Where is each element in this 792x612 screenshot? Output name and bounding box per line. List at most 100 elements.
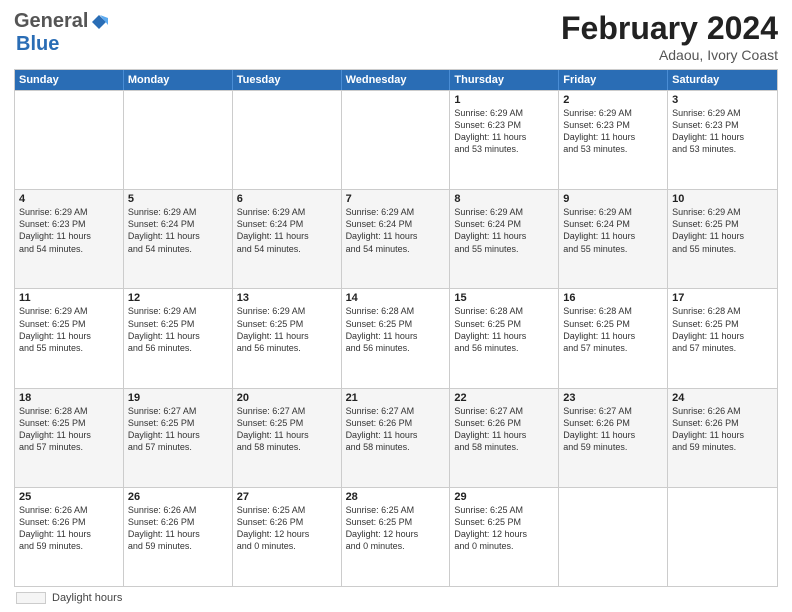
day-info: Sunrise: 6:29 AM Sunset: 6:25 PM Dayligh… <box>19 305 119 354</box>
logo-text: General <box>14 10 108 33</box>
day-number: 16 <box>563 292 663 304</box>
logo-blue: Blue <box>16 33 59 55</box>
day-number: 13 <box>237 292 337 304</box>
cal-cell-14: 14Sunrise: 6:28 AM Sunset: 6:25 PM Dayli… <box>342 289 451 387</box>
header: General Blue February 2024 Adaou, Ivory … <box>14 10 778 63</box>
cal-header-saturday: Saturday <box>668 70 777 90</box>
cal-cell-12: 12Sunrise: 6:29 AM Sunset: 6:25 PM Dayli… <box>124 289 233 387</box>
day-info: Sunrise: 6:27 AM Sunset: 6:25 PM Dayligh… <box>128 405 228 454</box>
cal-cell-1: 1Sunrise: 6:29 AM Sunset: 6:23 PM Daylig… <box>450 91 559 189</box>
day-info: Sunrise: 6:26 AM Sunset: 6:26 PM Dayligh… <box>19 504 119 553</box>
day-info: Sunrise: 6:25 AM Sunset: 6:26 PM Dayligh… <box>237 504 337 553</box>
day-number: 20 <box>237 392 337 404</box>
day-info: Sunrise: 6:27 AM Sunset: 6:26 PM Dayligh… <box>454 405 554 454</box>
legend-label: Daylight hours <box>52 592 122 604</box>
day-info: Sunrise: 6:29 AM Sunset: 6:23 PM Dayligh… <box>19 206 119 255</box>
cal-cell-24: 24Sunrise: 6:26 AM Sunset: 6:26 PM Dayli… <box>668 389 777 487</box>
calendar-body: 1Sunrise: 6:29 AM Sunset: 6:23 PM Daylig… <box>15 90 777 586</box>
cal-header-tuesday: Tuesday <box>233 70 342 90</box>
day-info: Sunrise: 6:29 AM Sunset: 6:25 PM Dayligh… <box>237 305 337 354</box>
day-number: 18 <box>19 392 119 404</box>
day-number: 3 <box>672 94 773 106</box>
day-number: 2 <box>563 94 663 106</box>
day-info: Sunrise: 6:29 AM Sunset: 6:25 PM Dayligh… <box>672 206 773 255</box>
day-number: 8 <box>454 193 554 205</box>
day-number: 5 <box>128 193 228 205</box>
day-info: Sunrise: 6:26 AM Sunset: 6:26 PM Dayligh… <box>128 504 228 553</box>
day-info: Sunrise: 6:29 AM Sunset: 6:23 PM Dayligh… <box>563 107 663 156</box>
day-number: 1 <box>454 94 554 106</box>
day-number: 15 <box>454 292 554 304</box>
day-number: 12 <box>128 292 228 304</box>
day-info: Sunrise: 6:29 AM Sunset: 6:24 PM Dayligh… <box>128 206 228 255</box>
cal-cell-28: 28Sunrise: 6:25 AM Sunset: 6:25 PM Dayli… <box>342 488 451 586</box>
cal-cell-26: 26Sunrise: 6:26 AM Sunset: 6:26 PM Dayli… <box>124 488 233 586</box>
cal-row-3: 18Sunrise: 6:28 AM Sunset: 6:25 PM Dayli… <box>15 388 777 487</box>
day-number: 21 <box>346 392 446 404</box>
cal-cell-9: 9Sunrise: 6:29 AM Sunset: 6:24 PM Daylig… <box>559 190 668 288</box>
cal-header-wednesday: Wednesday <box>342 70 451 90</box>
cal-header-monday: Monday <box>124 70 233 90</box>
cal-cell-6: 6Sunrise: 6:29 AM Sunset: 6:24 PM Daylig… <box>233 190 342 288</box>
cal-cell-10: 10Sunrise: 6:29 AM Sunset: 6:25 PM Dayli… <box>668 190 777 288</box>
footer: Daylight hours <box>14 592 778 604</box>
day-info: Sunrise: 6:25 AM Sunset: 6:25 PM Dayligh… <box>346 504 446 553</box>
cal-cell-11: 11Sunrise: 6:29 AM Sunset: 6:25 PM Dayli… <box>15 289 124 387</box>
day-info: Sunrise: 6:29 AM Sunset: 6:24 PM Dayligh… <box>346 206 446 255</box>
title-block: February 2024 Adaou, Ivory Coast <box>561 10 778 63</box>
day-info: Sunrise: 6:28 AM Sunset: 6:25 PM Dayligh… <box>672 305 773 354</box>
cal-row-2: 11Sunrise: 6:29 AM Sunset: 6:25 PM Dayli… <box>15 288 777 387</box>
cal-row-1: 4Sunrise: 6:29 AM Sunset: 6:23 PM Daylig… <box>15 189 777 288</box>
page: General Blue February 2024 Adaou, Ivory … <box>0 0 792 612</box>
cal-header-sunday: Sunday <box>15 70 124 90</box>
day-number: 4 <box>19 193 119 205</box>
cal-cell-29: 29Sunrise: 6:25 AM Sunset: 6:25 PM Dayli… <box>450 488 559 586</box>
day-info: Sunrise: 6:25 AM Sunset: 6:25 PM Dayligh… <box>454 504 554 553</box>
day-info: Sunrise: 6:27 AM Sunset: 6:26 PM Dayligh… <box>563 405 663 454</box>
cal-cell-19: 19Sunrise: 6:27 AM Sunset: 6:25 PM Dayli… <box>124 389 233 487</box>
cal-cell-23: 23Sunrise: 6:27 AM Sunset: 6:26 PM Dayli… <box>559 389 668 487</box>
cal-cell-20: 20Sunrise: 6:27 AM Sunset: 6:25 PM Dayli… <box>233 389 342 487</box>
cal-cell-7: 7Sunrise: 6:29 AM Sunset: 6:24 PM Daylig… <box>342 190 451 288</box>
cal-cell-17: 17Sunrise: 6:28 AM Sunset: 6:25 PM Dayli… <box>668 289 777 387</box>
cal-cell-empty-0-0 <box>15 91 124 189</box>
cal-cell-5: 5Sunrise: 6:29 AM Sunset: 6:24 PM Daylig… <box>124 190 233 288</box>
day-info: Sunrise: 6:26 AM Sunset: 6:26 PM Dayligh… <box>672 405 773 454</box>
day-number: 23 <box>563 392 663 404</box>
day-number: 25 <box>19 491 119 503</box>
logo-icon <box>90 13 108 31</box>
day-number: 24 <box>672 392 773 404</box>
day-number: 14 <box>346 292 446 304</box>
day-number: 26 <box>128 491 228 503</box>
day-number: 19 <box>128 392 228 404</box>
cal-header-friday: Friday <box>559 70 668 90</box>
day-info: Sunrise: 6:29 AM Sunset: 6:24 PM Dayligh… <box>563 206 663 255</box>
day-info: Sunrise: 6:29 AM Sunset: 6:25 PM Dayligh… <box>128 305 228 354</box>
day-info: Sunrise: 6:29 AM Sunset: 6:24 PM Dayligh… <box>454 206 554 255</box>
cal-cell-21: 21Sunrise: 6:27 AM Sunset: 6:26 PM Dayli… <box>342 389 451 487</box>
cal-cell-16: 16Sunrise: 6:28 AM Sunset: 6:25 PM Dayli… <box>559 289 668 387</box>
cal-row-4: 25Sunrise: 6:26 AM Sunset: 6:26 PM Dayli… <box>15 487 777 586</box>
day-info: Sunrise: 6:28 AM Sunset: 6:25 PM Dayligh… <box>563 305 663 354</box>
day-number: 28 <box>346 491 446 503</box>
day-number: 6 <box>237 193 337 205</box>
day-info: Sunrise: 6:27 AM Sunset: 6:26 PM Dayligh… <box>346 405 446 454</box>
day-number: 29 <box>454 491 554 503</box>
cal-cell-empty-4-5 <box>559 488 668 586</box>
cal-cell-8: 8Sunrise: 6:29 AM Sunset: 6:24 PM Daylig… <box>450 190 559 288</box>
day-info: Sunrise: 6:29 AM Sunset: 6:23 PM Dayligh… <box>454 107 554 156</box>
logo: General Blue <box>14 10 108 56</box>
day-number: 10 <box>672 193 773 205</box>
cal-cell-27: 27Sunrise: 6:25 AM Sunset: 6:26 PM Dayli… <box>233 488 342 586</box>
cal-cell-4: 4Sunrise: 6:29 AM Sunset: 6:23 PM Daylig… <box>15 190 124 288</box>
logo-general: General <box>14 10 88 33</box>
day-number: 11 <box>19 292 119 304</box>
month-title: February 2024 <box>561 10 778 47</box>
cal-cell-empty-0-1 <box>124 91 233 189</box>
day-number: 7 <box>346 193 446 205</box>
cal-row-0: 1Sunrise: 6:29 AM Sunset: 6:23 PM Daylig… <box>15 90 777 189</box>
cal-cell-2: 2Sunrise: 6:29 AM Sunset: 6:23 PM Daylig… <box>559 91 668 189</box>
day-number: 27 <box>237 491 337 503</box>
cal-cell-empty-0-2 <box>233 91 342 189</box>
day-info: Sunrise: 6:28 AM Sunset: 6:25 PM Dayligh… <box>19 405 119 454</box>
